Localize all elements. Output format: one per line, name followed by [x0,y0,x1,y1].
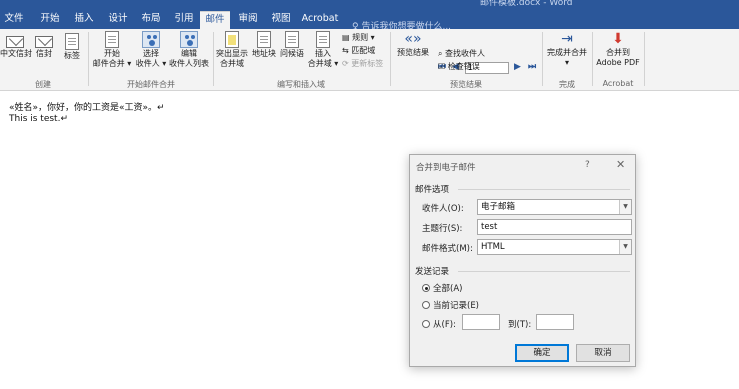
tab-file[interactable]: 文件 [2,11,26,29]
group-divider [592,32,593,86]
highlight-icon [225,31,239,48]
group-label-finish: 完成 [559,80,575,89]
chevron-down-icon[interactable]: ▼ [619,200,631,214]
match-fields-button[interactable]: ⇆ 匹配域 [342,45,375,56]
section-divider [458,189,630,190]
tab-view[interactable]: 视图 [267,11,295,29]
group-label-preview: 预览结果 [450,80,482,89]
from-range-radio[interactable]: 从(F): [422,318,456,330]
tab-insert[interactable]: 插入 [70,11,98,29]
document-icon [105,31,119,48]
merge-to-email-dialog: 合并到电子邮件 ? ✕ 邮件选项 收件人(O): 电子邮箱 ▼ 主题行(S): … [409,154,636,367]
check-errors-icon: ☑ [438,62,448,71]
to-record-input[interactable] [536,314,574,330]
ok-button[interactable]: 确定 [515,344,569,362]
next-record-button[interactable]: ▶ [514,62,521,72]
cancel-button[interactable]: 取消 [576,344,630,362]
insert-field-icon [316,31,330,48]
recipients-icon [142,31,160,48]
rules-icon: ▤ [342,33,353,42]
address-block-button[interactable]: 地址块 [250,31,278,59]
ribbon: 中文信封 信封 标签 创建 开始 邮件合并 ▾ 选择 收件人 ▾ 编辑 收件人列… [0,29,739,91]
merge-to-adobe-pdf-button[interactable]: ⬇ 合并到 Adobe PDF [594,31,642,68]
mail-format-label: 邮件格式(M): [422,244,473,254]
document-title: 邮件模板.docx - Word [480,0,573,8]
mail-options-heading: 邮件选项 [415,185,450,195]
tab-review[interactable]: 审阅 [234,11,262,29]
help-button[interactable]: ? [585,160,590,170]
envelope-icon [6,36,24,48]
update-labels-button[interactable]: ⟳ 更新标签 [342,58,383,69]
ribbon-tab-bar: 文件 开始 插入 设计 布局 引用 邮件 审阅 视图 Acrobat ♀ 告诉我… [0,8,739,32]
tab-design[interactable]: 设计 [104,11,132,29]
greeting-icon [285,31,299,48]
send-records-heading: 发送记录 [415,267,450,277]
edit-recipients-icon [180,31,198,48]
check-errors-button[interactable]: ☑ 检查错误 [438,61,480,72]
group-label-start-merge: 开始邮件合并 [127,80,175,89]
to-label: 收件人(O): [422,204,464,214]
tab-acrobat[interactable]: Acrobat [300,11,340,29]
radio-icon [422,320,430,328]
address-block-icon [257,31,271,48]
document-line-2[interactable]: This is test.↵ [9,114,68,124]
select-recipients-button[interactable]: 选择 收件人 ▾ [133,31,169,69]
document-line-1[interactable]: «姓名»，你好，你的工资是«工资»。↵ [9,100,165,113]
edit-recipient-list-button[interactable]: 编辑 收件人列表 [167,31,211,69]
current-record-radio[interactable]: 当前记录(E) [422,299,479,311]
group-label-write-insert: 编写和插入域 [277,80,325,89]
close-icon[interactable]: ✕ [616,158,625,171]
section-divider [458,271,630,272]
finish-merge-icon: ⇥ [561,31,573,47]
greeting-line-button[interactable]: 问候语 [278,31,306,59]
highlight-merge-fields-button[interactable]: 突出显示 合并域 [214,31,250,69]
group-divider [390,32,391,86]
insert-merge-field-button[interactable]: 插入 合并域 ▾ [306,31,340,69]
all-records-radio[interactable]: 全部(A) [422,282,462,294]
preview-results-button[interactable]: «» 预览结果 [393,31,433,58]
tab-layout[interactable]: 布局 [137,11,165,29]
chevron-down-icon[interactable]: ▼ [619,240,631,254]
to-select[interactable]: 电子邮箱 ▼ [477,199,632,215]
start-mail-merge-button[interactable]: 开始 邮件合并 ▾ [90,31,134,69]
to-label: 到(T): [508,320,532,330]
subject-label: 主题行(S): [422,224,463,234]
tab-home[interactable]: 开始 [36,11,64,29]
tab-mailings[interactable]: 邮件 [200,11,230,29]
title-bar: 邮件模板.docx - Word [0,0,739,8]
pdf-icon: ⬇ [612,31,624,47]
find-icon: ⌕ [438,49,446,58]
labels-button[interactable]: 标签 [60,33,84,61]
chinese-envelope-button[interactable]: 中文信封 [0,33,32,59]
match-fields-icon: ⇆ [342,46,352,55]
group-label-create: 创建 [35,80,51,89]
finish-merge-button[interactable]: ⇥ 完成并合并 ▾ [544,31,590,68]
labels-icon [65,33,79,50]
envelope-button[interactable]: 信封 [32,33,56,59]
dialog-title: 合并到电子邮件 [416,163,476,173]
group-divider [644,32,645,86]
rules-button[interactable]: ▤ 规则 ▾ [342,32,375,43]
radio-icon [422,301,430,309]
subject-input[interactable]: test [477,219,632,235]
tab-references[interactable]: 引用 [170,11,198,29]
mail-format-select[interactable]: HTML ▼ [477,239,632,255]
group-label-acrobat: Acrobat [602,79,634,88]
preview-abc-icon: «» [404,31,422,47]
group-divider [88,32,89,86]
update-labels-icon: ⟳ [342,59,352,68]
radio-selected-icon [422,284,430,292]
group-divider [542,32,543,86]
last-record-button[interactable]: ⏭ [528,62,536,72]
from-record-input[interactable] [462,314,500,330]
envelope-icon [35,36,53,48]
find-recipient-button[interactable]: ⌕ 查找收件人 [438,48,485,59]
